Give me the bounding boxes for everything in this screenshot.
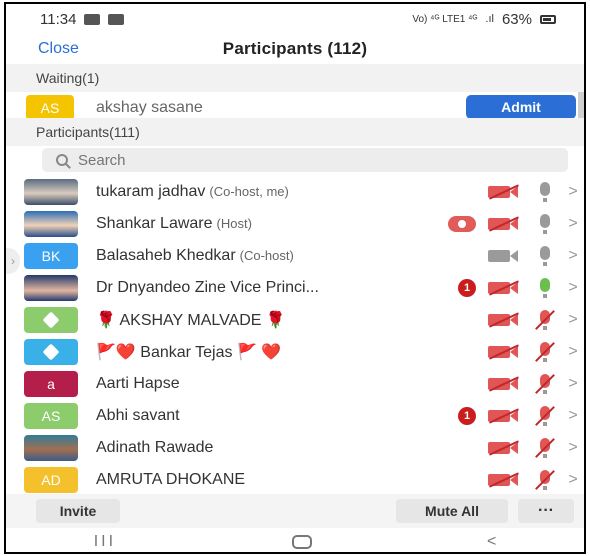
back-button[interactable]: < (487, 533, 496, 551)
network-indicator: Vo) ⁴ᴳ LTE1 ⁴ᴳ (412, 13, 478, 25)
zoom-participants-screen: 11:34 Vo) ⁴ᴳ LTE1 ⁴ᴳ .ıl 63% Close Parti… (4, 2, 586, 554)
video-off-icon[interactable] (488, 473, 520, 487)
waiting-participant-name: akshay sasane (96, 99, 203, 116)
more-options-button[interactable]: ··· (518, 499, 574, 523)
chevron-right-icon[interactable]: > (568, 311, 578, 329)
chevron-right-icon[interactable]: > (568, 247, 578, 265)
participants-section-header: Participants(111) (6, 118, 584, 146)
recents-button[interactable]: III (94, 533, 116, 551)
participant-name: tukaram jadhav (Co-host, me) (96, 183, 289, 200)
avatar: BK (24, 243, 78, 269)
avatar (24, 275, 78, 301)
participant-role: (Co-host, me) (209, 184, 289, 199)
participant-row[interactable]: 🌹 AKSHAY MALVADE 🌹 > (6, 304, 584, 336)
mic-muted-icon[interactable] (534, 310, 556, 330)
participant-row[interactable]: Shankar Laware (Host) > (6, 208, 584, 240)
participant-name: Adinath Rawade (96, 439, 214, 456)
video-off-icon[interactable] (488, 217, 520, 231)
search-input[interactable] (78, 151, 478, 169)
participant-role: (Host) (216, 216, 252, 231)
participant-row[interactable]: AD AMRUTA DHOKANE > (6, 464, 584, 496)
video-off-icon[interactable] (488, 281, 520, 295)
video-on-icon[interactable] (488, 249, 520, 263)
avatar (24, 307, 78, 333)
chevron-right-icon[interactable]: > (568, 215, 578, 233)
page-title: Participants (112) (222, 39, 368, 58)
mic-muted-icon[interactable] (534, 406, 556, 426)
participants-section-label: Participants(111) (36, 124, 140, 140)
participant-name: AMRUTA DHOKANE (96, 471, 246, 488)
mic-muted-icon[interactable] (534, 438, 556, 458)
participant-role: (Co-host) (239, 248, 294, 263)
video-off-icon[interactable] (488, 377, 520, 391)
mic-icon[interactable] (534, 278, 556, 298)
participant-row[interactable]: BK Balasaheb Khedkar (Co-host) > (6, 240, 584, 272)
participants-list: tukaram jadhav (Co-host, me) > Shankar Lawa… (6, 176, 584, 496)
placeholder-avatar-icon (42, 311, 60, 329)
avatar (24, 339, 78, 365)
gallery-icon (84, 13, 101, 25)
search-bar[interactable] (42, 148, 568, 172)
mic-muted-icon[interactable] (534, 342, 556, 362)
participant-name: 🌹 AKSHAY MALVADE 🌹 (96, 312, 286, 329)
chevron-right-icon[interactable]: > (568, 407, 578, 425)
chevron-right-icon[interactable]: > (568, 375, 578, 393)
participant-name: Dr Dnyandeo Zine Vice Princi... (96, 279, 319, 296)
chevron-right-icon[interactable]: > (568, 439, 578, 457)
avatar (24, 211, 78, 237)
placeholder-avatar-icon (42, 343, 60, 361)
signal-icon: .ıl (485, 13, 494, 25)
waiting-section-label: Waiting(1) (36, 70, 100, 86)
participant-row[interactable]: AS Abhi savant 1 > (6, 400, 584, 432)
participant-row[interactable]: 🚩❤️ Bankar Tejas 🚩 ❤️ > (6, 336, 584, 368)
participant-name: Shankar Laware (Host) (96, 215, 252, 232)
mic-icon[interactable] (534, 214, 556, 234)
mic-muted-icon[interactable] (534, 374, 556, 394)
battery-icon (540, 14, 556, 24)
mic-icon[interactable] (534, 182, 556, 202)
chat-badge: 1 (458, 407, 476, 425)
clock: 11:34 (40, 10, 77, 28)
avatar: AS (24, 403, 78, 429)
participant-name: 🚩❤️ Bankar Tejas 🚩 ❤️ (96, 344, 282, 361)
admit-button[interactable]: Admit (466, 95, 576, 119)
video-off-icon[interactable] (488, 313, 520, 327)
participant-name: Aarti Hapse (96, 375, 180, 392)
video-off-icon[interactable] (488, 409, 520, 423)
avatar: AD (24, 467, 78, 493)
home-button[interactable] (291, 535, 312, 549)
participants-header: Close Participants (112) (6, 34, 584, 64)
mic-muted-icon[interactable] (534, 470, 556, 490)
android-nav-bar: III < (6, 528, 584, 552)
video-off-icon[interactable] (488, 345, 520, 359)
participant-row[interactable]: tukaram jadhav (Co-host, me) > (6, 176, 584, 208)
invite-button[interactable]: Invite (36, 499, 120, 523)
participant-row[interactable]: Adinath Rawade > (6, 432, 584, 464)
search-icon (56, 154, 68, 166)
participant-row[interactable]: a Aarti Hapse > (6, 368, 584, 400)
avatar (24, 179, 78, 205)
participant-name: Abhi savant (96, 407, 180, 424)
chevron-right-icon[interactable]: > (568, 471, 578, 489)
chevron-right-icon[interactable]: > (568, 279, 578, 297)
waiting-section-header: Waiting(1) (6, 64, 584, 92)
screen-share-icon (448, 216, 476, 232)
avatar (24, 435, 78, 461)
chevron-right-icon[interactable]: > (568, 343, 578, 361)
video-off-icon[interactable] (488, 441, 520, 455)
download-icon (108, 13, 125, 25)
close-button[interactable]: Close (38, 40, 79, 58)
mute-all-button[interactable]: Mute All (396, 499, 508, 523)
mic-icon[interactable] (534, 246, 556, 266)
participant-name: Balasaheb Khedkar (Co-host) (96, 247, 294, 264)
participant-row[interactable]: Dr Dnyandeo Zine Vice Princi... 1 > (6, 272, 584, 304)
status-bar: 11:34 Vo) ⁴ᴳ LTE1 ⁴ᴳ .ıl 63% (6, 4, 584, 34)
chat-badge: 1 (458, 279, 476, 297)
battery-level: 63% (501, 10, 532, 28)
video-off-icon[interactable] (488, 185, 520, 199)
avatar: a (24, 371, 78, 397)
chevron-right-icon[interactable]: > (568, 183, 578, 201)
bottom-toolbar: Invite Mute All ··· (6, 494, 584, 528)
